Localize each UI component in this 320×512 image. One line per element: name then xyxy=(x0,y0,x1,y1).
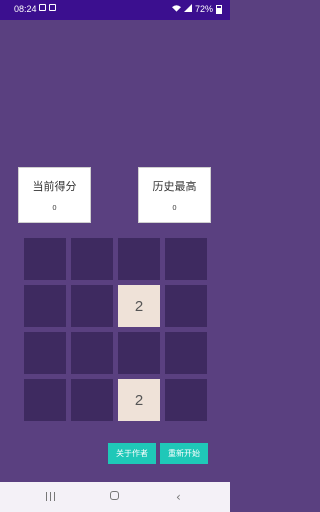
empty-cell xyxy=(71,285,113,327)
empty-cell xyxy=(118,238,160,280)
current-score-card: 当前得分 0 xyxy=(18,167,91,223)
empty-cell xyxy=(165,379,207,421)
empty-cell xyxy=(24,379,66,421)
best-score-card: 历史最高 0 xyxy=(138,167,211,223)
empty-cell xyxy=(165,238,207,280)
status-time: 08:24 xyxy=(14,4,37,14)
empty-cell xyxy=(165,332,207,374)
home-icon[interactable] xyxy=(110,491,119,500)
about-author-button[interactable]: 关于作者 xyxy=(108,443,156,464)
empty-cell xyxy=(24,332,66,374)
empty-cell xyxy=(24,238,66,280)
current-score-label: 当前得分 xyxy=(32,180,77,193)
notification-icon xyxy=(39,4,46,11)
status-right: 72% xyxy=(171,4,222,14)
empty-cell xyxy=(71,379,113,421)
empty-cell xyxy=(118,332,160,374)
empty-cell xyxy=(24,285,66,327)
restart-button[interactable]: 重新开始 xyxy=(160,443,208,464)
empty-cell xyxy=(71,332,113,374)
tile: 2 xyxy=(118,379,160,421)
empty-cell xyxy=(165,285,207,327)
notification-icon xyxy=(49,4,56,11)
tile: 2 xyxy=(118,285,160,327)
wifi-icon xyxy=(171,4,181,14)
battery-percent: 72% xyxy=(194,4,213,14)
current-score-value: 0 xyxy=(52,204,57,212)
recent-apps-icon[interactable] xyxy=(46,492,55,501)
signal-icon xyxy=(183,4,192,14)
battery-icon xyxy=(216,4,222,14)
best-score-label: 历史最高 xyxy=(152,180,197,193)
status-bar: 08:24 72% xyxy=(0,0,230,20)
back-icon[interactable]: ‹ xyxy=(176,490,181,504)
notification-icons xyxy=(39,4,56,11)
best-score-value: 0 xyxy=(172,204,177,212)
navigation-bar: ‹ xyxy=(0,482,230,512)
empty-cell xyxy=(71,238,113,280)
